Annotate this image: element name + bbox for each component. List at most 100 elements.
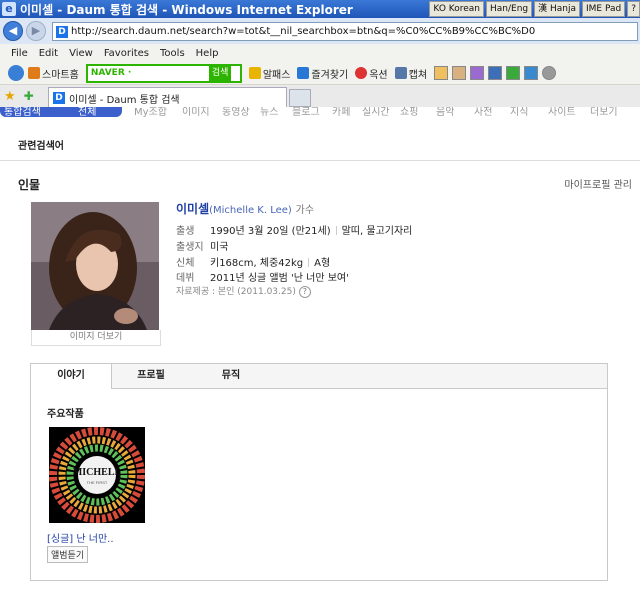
nav-item[interactable]: 쇼핑 [400,107,418,118]
nav-item[interactable]: 뉴스 [260,107,278,118]
language-bar: KO Korean Han/Eng 漢 Hanja IME Pad ? [429,1,640,17]
tab-profile[interactable]: 프로필 [111,364,191,388]
tab-favicon-icon: D [53,92,65,104]
toolbar: 스마트홈 NAVER · 검색 알패스 즐겨찾기 옥션 캡쳐 [0,62,640,85]
album-cover-subtitle: THE FIRST [87,480,108,485]
lang-hanja[interactable]: 漢 Hanja [534,1,580,17]
separator [308,258,310,267]
window-title: 이미셀 - Daum 통합 검색 - Windows Internet Expl… [20,2,353,17]
broom-icon[interactable] [452,66,467,80]
daum-nav-bar: 통합검색 전체 My조합 이미지 동영상 뉴스 블로그 카페 실시간 쇼핑 음악… [0,107,640,120]
nav-item[interactable]: 전체 [78,107,96,118]
info-blood-value: A형 [314,258,331,269]
album-title-link[interactable]: [싱글] 난 너만.. [47,530,114,545]
info-source: 자료제공 : 본인 (2011.03.25)? [176,284,311,298]
content-box: 이야기 프로필 뮤직 주요작품 MICHELL THE FIRST [싱글] 난… [30,363,608,581]
info-debut-value: 2011년 싱글 앨범 '난 너만 보여' [210,273,349,284]
person-name[interactable]: 이미셀 [176,202,209,216]
nav-item[interactable]: 지식 [510,107,528,118]
help-icon[interactable]: ? [298,286,311,298]
home-icon [28,67,40,79]
menu-file[interactable]: File [11,48,28,59]
menu-favorites[interactable]: Favorites [104,48,149,59]
naver-search-button[interactable]: 검색 [208,65,232,81]
divider [0,160,640,161]
nav-item[interactable]: 사전 [474,107,492,118]
nav-item[interactable]: 실시간 [362,107,390,118]
settings-icon[interactable] [542,66,557,80]
daum-favicon-icon: D [56,25,68,38]
key-icon [248,67,261,79]
forward-button[interactable]: ▶ [26,21,46,41]
back-button[interactable]: ◀ [3,21,23,41]
lang-ime-pad[interactable]: IME Pad [582,1,626,17]
add-favorite-icon[interactable]: ✚ [24,89,34,103]
auction-icon [355,67,368,79]
favorites-button[interactable]: 즐겨찾기 [297,66,348,81]
info-zodiac-value: 말띠, 물고기자리 [341,226,413,237]
lang-korean[interactable]: KO Korean [429,1,484,17]
alpass-button[interactable]: 알패스 [248,66,290,81]
nav-item[interactable]: 동영상 [222,107,250,118]
album-cover-title: MICHELL [73,467,122,478]
info-debut: 데뷔 2011년 싱글 앨범 '난 너만 보여' [176,269,349,284]
info-debut-label: 데뷔 [176,273,195,284]
related-searches-label[interactable]: 관련검색어 [18,137,64,152]
nav-item[interactable]: 더보기 [590,107,618,118]
ie-menu-icon[interactable] [8,65,24,81]
tab-music[interactable]: 뮤직 [191,364,271,388]
favorites-label: 즐겨찾기 [311,69,349,81]
window-title-bar: e 이미셀 - Daum 통합 검색 - Windows Internet Ex… [0,0,640,18]
new-tab-button[interactable] [289,89,311,107]
major-works-heading: 주요작품 [47,409,84,420]
info-birth: 출생 1990년 3월 20일 (만21세) 말띠, 물고기자리 [176,222,412,237]
auction-button[interactable]: 옥션 [355,66,388,81]
nav-item[interactable]: 통합검색 [4,107,41,118]
favorites-star-icon[interactable]: ★ [4,89,16,104]
info-body-value: 키168cm, 체중42kg [210,258,304,269]
naver-search-box[interactable]: NAVER · 검색 [85,63,242,83]
listen-album-button[interactable]: 앨범듣기 [47,546,89,563]
lang-help[interactable]: ? [627,1,640,17]
nav-item[interactable]: My조합 [134,107,167,118]
nav-item[interactable]: 블로그 [292,107,320,118]
capture-label: 캡쳐 [408,69,428,81]
menu-tools[interactable]: Tools [160,48,185,59]
save-icon[interactable] [488,66,503,80]
naver-label: NAVER · [90,68,132,78]
book-icon[interactable] [470,66,485,80]
note-icon[interactable] [434,66,449,80]
capture-icon [394,67,407,79]
address-url[interactable]: http://search.daum.net/search?w=tot&t__n… [71,26,535,37]
window-icon[interactable] [524,66,539,80]
favorites-tab-row: ★ ✚ D 이미셀 - Daum 통합 검색 [0,85,640,108]
tab-story[interactable]: 이야기 [31,364,112,389]
menu-view[interactable]: View [69,48,93,59]
info-origin: 출생지 미국 [176,238,228,253]
nav-item[interactable]: 이미지 [182,107,210,118]
menu-help[interactable]: Help [196,48,219,59]
address-bar[interactable]: D http://search.daum.net/search?w=tot&t_… [52,22,638,41]
browser-tab[interactable]: D 이미셀 - Daum 통합 검색 [48,87,287,108]
smart-home-button[interactable]: 스마트홈 [28,66,79,81]
more-images-link[interactable]: 이미지 더보기 [31,330,161,346]
my-profile-manage-link[interactable]: 마이프로필 관리 [564,176,632,191]
lang-han-eng[interactable]: Han/Eng [486,1,533,17]
nav-item[interactable]: 카페 [332,107,350,118]
info-origin-value: 미국 [210,242,229,253]
translate-icon[interactable] [506,66,521,80]
star-icon [297,67,310,79]
album-cover[interactable]: MICHELL THE FIRST [49,427,145,523]
info-body-label: 신체 [176,258,195,269]
ie-logo-icon: e [2,2,16,16]
person-photo[interactable] [31,202,159,330]
nav-item[interactable]: 음악 [436,107,454,118]
nav-item[interactable]: 사이트 [548,107,576,118]
info-origin-label: 출생지 [176,242,204,253]
capture-button[interactable]: 캡쳐 [394,66,428,81]
content-tabs: 이야기 프로필 뮤직 [31,364,607,389]
person-section-title: 인물 [18,178,41,192]
menu-edit[interactable]: Edit [39,48,58,59]
tab-title: 이미셀 - Daum 통합 검색 [69,94,180,106]
info-body: 신체 키168cm, 체중42kg A형 [176,254,330,269]
